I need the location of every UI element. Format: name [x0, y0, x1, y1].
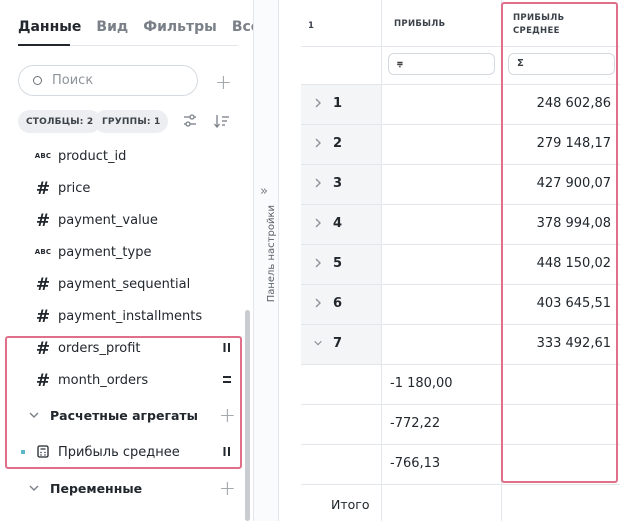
cell-profit: -772,22 — [390, 416, 441, 431]
field-name: payment_installments — [58, 308, 203, 324]
search-field[interactable] — [18, 65, 198, 96]
search-input[interactable] — [52, 73, 172, 88]
column-highlight-box — [501, 2, 618, 483]
groups-chip[interactable]: ГРУППЫ: 1 — [94, 110, 169, 133]
row-header[interactable]: 1 — [301, 84, 381, 124]
cell-profit: -766,13 — [390, 456, 441, 471]
number-type-icon: # — [35, 211, 51, 231]
row-divider — [301, 484, 620, 485]
field-name: payment_type — [58, 244, 152, 260]
tab-data[interactable]: Данные — [18, 19, 81, 35]
field-name: payment_sequential — [58, 276, 191, 292]
sort-icon[interactable] — [213, 112, 231, 130]
field-item[interactable]: # payment_installments — [0, 300, 245, 332]
settings-panel-label: Панель настройки — [266, 205, 277, 303]
search-icon — [33, 76, 42, 85]
field-name: payment_value — [58, 212, 158, 228]
filter-icon: ⩦ — [397, 58, 403, 69]
row-label: 5 — [333, 256, 343, 271]
total-label: Итого — [331, 497, 370, 512]
text-type-icon: ABC — [34, 248, 52, 256]
row-label: 1 — [333, 96, 343, 111]
columns-chip[interactable]: СТОЛБЦЫ: 2 — [18, 110, 102, 133]
chevron-right-icon[interactable] — [313, 217, 323, 229]
field-item[interactable]: # payment_sequential — [0, 268, 245, 300]
tab-view[interactable]: Вид — [96, 19, 128, 35]
field-item[interactable]: # price — [0, 172, 245, 204]
row-header[interactable]: 6 — [301, 284, 381, 324]
column-header-profit[interactable]: ПРИБЫЛЬ — [394, 18, 445, 31]
chevron-right-icon[interactable] — [313, 257, 323, 269]
field-item[interactable]: ABC product_id — [0, 140, 245, 172]
field-item[interactable]: # payment_value — [0, 204, 245, 236]
chevron-down-icon[interactable] — [313, 337, 323, 349]
chevron-down-icon[interactable] — [28, 482, 40, 494]
chevron-right-icon[interactable] — [313, 297, 323, 309]
field-item[interactable]: ABC payment_type — [0, 236, 245, 268]
row-header[interactable]: 2 — [301, 124, 381, 164]
settings-sliders-icon[interactable] — [181, 112, 199, 130]
data-panel: Данные Вид Фильтры Все + СТОЛБЦЫ: 2 ГРУП… — [0, 0, 260, 521]
expand-chevrons-icon[interactable]: » — [260, 184, 268, 199]
row-label: 2 — [333, 136, 343, 151]
group-variables[interactable]: Переменные — [0, 472, 245, 504]
text-type-icon: ABC — [34, 152, 52, 160]
cell-profit: -1 180,00 — [390, 376, 453, 391]
column-divider — [381, 0, 382, 521]
scrollbar[interactable] — [245, 310, 250, 521]
row-header-expanded[interactable]: 7 — [301, 324, 381, 364]
row-label: 4 — [333, 216, 343, 231]
active-tab-indicator — [18, 44, 70, 46]
row-header[interactable]: 5 — [301, 244, 381, 284]
column-filter-profit[interactable]: ⩦ — [388, 53, 495, 75]
number-type-icon: # — [35, 307, 51, 327]
row-label: 3 — [333, 176, 343, 191]
highlight-box — [5, 336, 242, 469]
chevron-right-icon[interactable] — [313, 97, 323, 109]
settings-panel-collapsed[interactable]: » Панель настройки — [253, 0, 279, 521]
corner-header: 1 — [308, 21, 315, 31]
row-header[interactable]: 4 — [301, 204, 381, 244]
add-variable-icon[interactable]: + — [219, 478, 236, 498]
row-label: 7 — [333, 336, 343, 351]
row-label: 6 — [333, 296, 343, 311]
field-name: product_id — [58, 148, 127, 164]
chevron-right-icon[interactable] — [313, 177, 323, 189]
tab-filters[interactable]: Фильтры — [143, 19, 217, 35]
number-type-icon: # — [35, 275, 51, 295]
panel-tabs: Данные Вид Фильтры Все — [18, 19, 275, 35]
chevron-right-icon[interactable] — [313, 137, 323, 149]
number-type-icon: # — [35, 179, 51, 199]
add-field-icon[interactable]: + — [215, 72, 232, 92]
field-name: price — [58, 180, 91, 196]
group-title: Переменные — [50, 481, 143, 496]
row-header[interactable]: 3 — [301, 164, 381, 204]
